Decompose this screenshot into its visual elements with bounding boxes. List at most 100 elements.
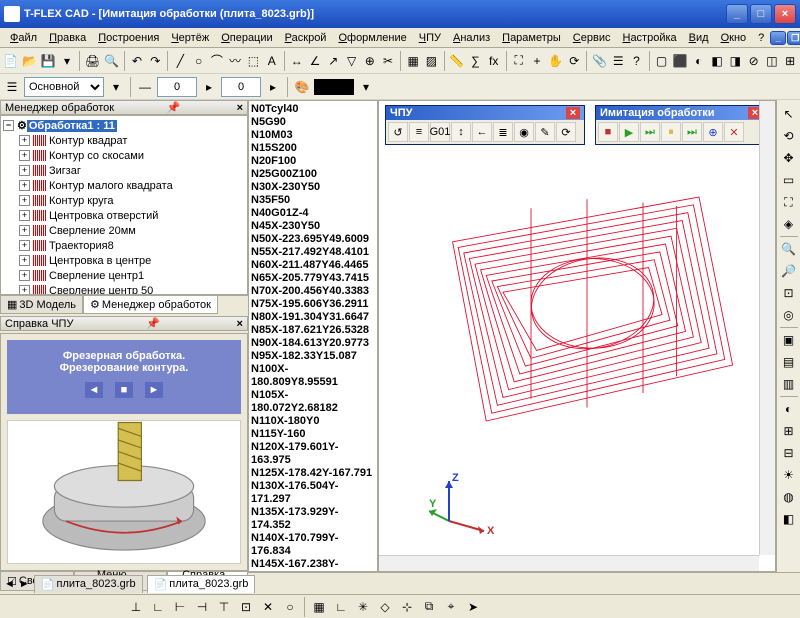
- zoom-fit-icon[interactable]: ⛶: [779, 192, 799, 212]
- gcode-line[interactable]: N40G01Z-4: [251, 207, 375, 220]
- hatch-icon[interactable]: ▦: [405, 51, 421, 71]
- menu-drawing[interactable]: Чертёж: [165, 30, 215, 46]
- zoom-fit-icon[interactable]: ⛶: [511, 51, 527, 71]
- close-icon[interactable]: ×: [566, 107, 580, 119]
- gcode-line[interactable]: N5G90: [251, 116, 375, 129]
- text-icon[interactable]: A: [264, 51, 280, 71]
- layers-icon[interactable]: ☰: [2, 77, 22, 97]
- menu-parameters[interactable]: Параметры: [496, 30, 567, 46]
- tree-expand-icon[interactable]: +: [19, 180, 30, 191]
- simulation-floating-toolbar[interactable]: Имитация обработки× ■▶⏭⏸⏭⊕✕: [595, 105, 767, 145]
- tree-root[interactable]: Обработка1 : 11: [27, 120, 117, 132]
- hidden-icon[interactable]: ⊟: [779, 443, 799, 463]
- view-side-icon[interactable]: ▥: [779, 374, 799, 394]
- tree-item[interactable]: +Траектория8: [3, 238, 245, 253]
- view-front-icon[interactable]: ▣: [779, 330, 799, 350]
- sim-control-button[interactable]: ⏭: [640, 122, 660, 142]
- gcode-line[interactable]: N95X-182.33Y15.087: [251, 350, 375, 363]
- material-icon[interactable]: ◍: [779, 487, 799, 507]
- surface-icon[interactable]: ▽: [343, 51, 359, 71]
- cnc-tool-button[interactable]: ◉: [514, 122, 534, 142]
- menu-file[interactable]: Файл: [4, 30, 43, 46]
- shade-icon[interactable]: ◐: [779, 399, 799, 419]
- current-color-swatch[interactable]: [314, 79, 354, 95]
- open-icon[interactable]: 📂: [21, 51, 38, 71]
- calc-icon[interactable]: ∑: [467, 51, 483, 71]
- tab-scroll-right-icon[interactable]: ►: [19, 578, 30, 590]
- color-dropdown-icon[interactable]: ▾: [356, 77, 376, 97]
- gcode-line[interactable]: N65X-205.779Y43.7415: [251, 272, 375, 285]
- tree-item[interactable]: +Центровка в центре: [3, 253, 245, 268]
- preview-icon[interactable]: 🔍: [103, 51, 120, 71]
- view-top-icon[interactable]: ▤: [779, 352, 799, 372]
- cnc-tool-button[interactable]: ↺: [388, 122, 408, 142]
- gcode-listing[interactable]: N0Tcyl40N5G90N10M03N15S200N20F100N25G00Z…: [248, 100, 378, 572]
- cnc-tool-button[interactable]: G01: [430, 122, 450, 142]
- tree-item[interactable]: +Контур квадрат: [3, 133, 245, 148]
- window-minimize-button[interactable]: _: [726, 4, 748, 24]
- gcode-line[interactable]: N120X-179.601Y-163.975: [251, 441, 375, 467]
- gcode-line[interactable]: N80X-191.304Y31.6647: [251, 311, 375, 324]
- cnc-tool-button[interactable]: ↕: [451, 122, 471, 142]
- gcode-line[interactable]: N140X-170.799Y-176.834: [251, 532, 375, 558]
- tolerance-icon[interactable]: ⊕: [362, 51, 378, 71]
- menu-edit[interactable]: Правка: [43, 30, 92, 46]
- panel-close-icon[interactable]: ×: [237, 102, 243, 114]
- menu-view[interactable]: Вид: [683, 30, 715, 46]
- machining-tree[interactable]: −⚙ Обработка1 : 11 +Контур квадрат+Конту…: [0, 115, 248, 295]
- tree-item[interactable]: +Контур круга: [3, 193, 245, 208]
- offset-icon[interactable]: ⬚: [245, 51, 261, 71]
- window-maximize-button[interactable]: □: [750, 4, 772, 24]
- help-icon[interactable]: ?: [628, 51, 644, 71]
- cnc-tool-button[interactable]: ≣: [493, 122, 513, 142]
- gcode-line[interactable]: N70X-200.456Y40.3383: [251, 285, 375, 298]
- zoom-window-icon[interactable]: ▭: [779, 170, 799, 190]
- tree-expand-icon[interactable]: +: [19, 195, 30, 206]
- dim-angle-icon[interactable]: ∠: [307, 51, 323, 71]
- tree-expand-icon[interactable]: +: [19, 285, 30, 295]
- variable-icon[interactable]: fx: [486, 51, 502, 71]
- extrude-icon[interactable]: ⬛: [672, 51, 689, 71]
- gcode-line[interactable]: N105X-180.072Y2.68182: [251, 389, 375, 415]
- pan-icon[interactable]: ✋: [547, 51, 564, 71]
- lineweight-2-input[interactable]: [221, 77, 261, 97]
- cnc-floating-toolbar[interactable]: ЧПУ× ↺≡G01↕←≣◉✎⟳: [385, 105, 585, 145]
- mdi-restore-button[interactable]: ❐: [787, 31, 800, 45]
- mdi-minimize-button[interactable]: _: [770, 31, 786, 45]
- pattern-icon[interactable]: ⊞: [782, 51, 798, 71]
- section-icon[interactable]: ✂: [380, 51, 396, 71]
- lineweight-1-input[interactable]: [157, 77, 197, 97]
- fill-icon[interactable]: ▨: [423, 51, 439, 71]
- pan-icon[interactable]: ✥: [779, 148, 799, 168]
- print-icon[interactable]: 🖨: [84, 51, 101, 71]
- new-icon[interactable]: 📄: [2, 51, 19, 71]
- gcode-line[interactable]: N20F100: [251, 155, 375, 168]
- tree-expand-icon[interactable]: +: [19, 225, 30, 236]
- gcode-line[interactable]: N30X-230Y50: [251, 181, 375, 194]
- section-view-icon[interactable]: ◧: [779, 509, 799, 529]
- tree-item[interactable]: +Зигзаг: [3, 163, 245, 178]
- gcode-line[interactable]: N15S200: [251, 142, 375, 155]
- save-dropdown-icon[interactable]: ▾: [59, 51, 75, 71]
- gcode-line[interactable]: N145X-167.238Y-178.644: [251, 558, 375, 572]
- box-icon[interactable]: ▢: [653, 51, 669, 71]
- gcode-line[interactable]: N135X-173.929Y-174.352: [251, 506, 375, 532]
- revolve-icon[interactable]: ◐: [691, 51, 707, 71]
- gcode-line[interactable]: N50X-223.695Y49.6009: [251, 233, 375, 246]
- tree-item[interactable]: +Контур со скосами: [3, 148, 245, 163]
- sim-control-button[interactable]: ⏭: [682, 122, 702, 142]
- menu-service[interactable]: Сервис: [567, 30, 617, 46]
- arc-icon[interactable]: ⌒: [209, 51, 225, 71]
- cnc-tool-button[interactable]: ≡: [409, 122, 429, 142]
- panel-close-icon[interactable]: ×: [237, 318, 243, 330]
- help-home-button[interactable]: ■: [115, 382, 133, 398]
- layer-combo[interactable]: Основной: [24, 77, 104, 97]
- menu-help[interactable]: ?: [752, 30, 770, 46]
- gcode-line[interactable]: N100X-180.809Y8.95591: [251, 363, 375, 389]
- gcode-line[interactable]: N0Tcyl40: [251, 103, 375, 116]
- linetype-icon[interactable]: —: [135, 77, 155, 97]
- color-picker-icon[interactable]: 🎨: [292, 77, 312, 97]
- refresh-icon[interactable]: ⟳: [566, 51, 582, 71]
- leader-icon[interactable]: ↗: [325, 51, 341, 71]
- stepper-icon[interactable]: ▸: [199, 77, 219, 97]
